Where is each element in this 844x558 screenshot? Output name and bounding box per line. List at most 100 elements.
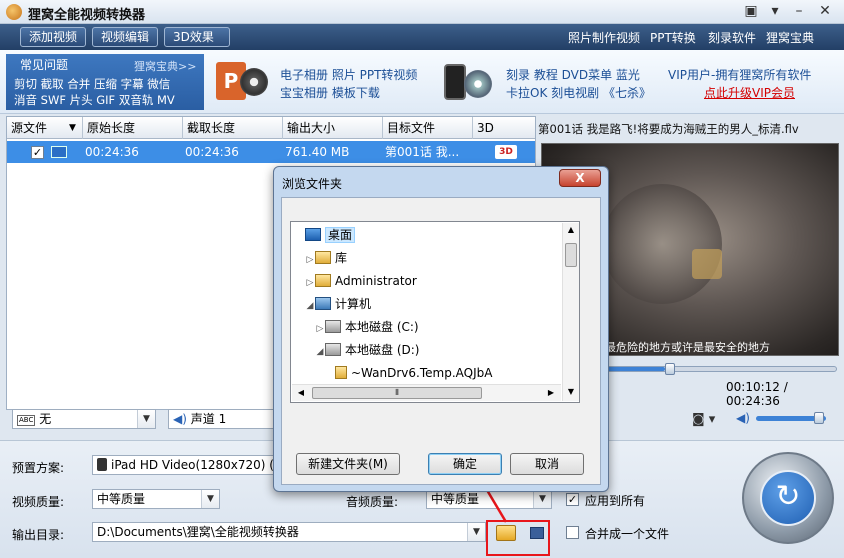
col-output-size-header[interactable]: 输出大小 <box>283 117 383 139</box>
tree-item[interactable]: ◢ 计算机 <box>305 293 371 315</box>
horizontal-scrollbar[interactable]: ◀ ⦀ ▶ <box>292 384 561 401</box>
speaker-icon: ◀) <box>173 412 187 426</box>
subtitle-tag-icon: ABC <box>17 415 36 426</box>
promo-burn-row2[interactable]: 卡拉OK 刻电视剧 《七杀》 <box>506 84 651 101</box>
3d-badge-icon[interactable]: 3D <box>495 145 517 159</box>
ipad-icon <box>97 458 107 471</box>
faq-links-row1[interactable]: 剪切 截取 合并 压缩 字幕 微信 <box>14 76 170 92</box>
video-subtitle: 最危险的地方或许是最安全的地方 <box>605 341 770 354</box>
scroll-right-icon[interactable]: ▶ <box>544 386 558 400</box>
camera-snapshot-icon[interactable]: ◙ ▾ <box>692 412 715 427</box>
photo-video-link[interactable]: 照片制作视频 <box>568 29 640 46</box>
output-dir-value: D:\Documents\狸窝\全能视频转换器 <box>97 525 299 539</box>
tree-item[interactable]: 桌面 <box>295 224 356 246</box>
tree-expander-icon[interactable]: ◢ <box>305 295 315 317</box>
faq-more-link[interactable]: 狸窝宝典>> <box>134 58 196 74</box>
folder-tree: 桌面 ▷ 库 ▷ Administrator ◢ 计算机 ▷ 本地磁盘 (C:) ◢ 本地磁盘 (D… <box>290 221 580 403</box>
ok-button[interactable]: 确定 <box>428 453 502 475</box>
video-quality-select[interactable]: 中等质量 ▼ <box>92 489 220 509</box>
promo-photo-row2[interactable]: 宝宝相册 模板下载 <box>280 84 380 101</box>
convert-refresh-icon: ↻ <box>760 470 816 526</box>
app-title: 狸窝全能视频转换器 <box>28 8 146 23</box>
desktop-icon <box>305 228 321 241</box>
tree-expander-icon[interactable]: ▷ <box>305 272 315 294</box>
preset-value: iPad HD Video(1280x720) (*. <box>111 458 282 472</box>
dialog-title: 浏览文件夹 <box>282 177 343 191</box>
vertical-scroll-thumb[interactable] <box>565 243 577 267</box>
menu-icon[interactable]: ▾ <box>764 2 786 20</box>
new-folder-button[interactable]: 新建文件夹(M) <box>296 453 400 475</box>
playback-time: 00:10:12 / 00:24:36 <box>726 380 788 408</box>
vip-upgrade-link[interactable]: 点此升级VIP会员 <box>704 84 795 101</box>
col-target-file-header[interactable]: 目标文件 <box>383 117 473 139</box>
preset-select[interactable]: iPad HD Video(1280x720) (*. <box>92 455 282 475</box>
col-3d-header[interactable]: 3D <box>473 117 535 139</box>
tree-item[interactable]: ▷ Administrator <box>305 270 417 292</box>
tree-item[interactable]: ◢ 本地磁盘 (D:) <box>315 339 419 361</box>
dvd-promo-icon <box>440 62 498 102</box>
chevron-down-icon: ▼ <box>137 410 155 428</box>
promo-burn-row1[interactable]: 刻录 教程 DVD菜单 蓝光 <box>506 66 640 83</box>
apply-all-checkbox[interactable]: ✓ <box>566 493 579 506</box>
faq-panel: 常见问题 狸窝宝典>> 剪切 截取 合并 压缩 字幕 微信 消音 SWF 片头 … <box>6 54 204 110</box>
col-clip-length-header[interactable]: 截取长度 <box>183 117 283 139</box>
volume-icon[interactable]: ◀) <box>736 411 750 425</box>
tree-item-label: Administrator <box>335 274 417 288</box>
merge-checkbox[interactable] <box>566 526 579 539</box>
app-logo-icon <box>6 4 22 20</box>
table-row[interactable]: ✓ 00:24:36 00:24:36 761.40 MB 第001话 我...… <box>7 141 535 163</box>
toolbar: 添加视频 视频编辑 3D效果 照片制作视频 PPT转换 刻录软件 狸窝宝典 <box>0 24 844 50</box>
horizontal-scroll-thumb[interactable]: ⦀ <box>312 387 482 399</box>
scroll-up-icon[interactable]: ▲ <box>564 223 578 237</box>
burn-software-link[interactable]: 刻录软件 <box>708 29 756 46</box>
col-original-length-header[interactable]: 原始长度 <box>83 117 183 139</box>
skin-icon[interactable]: ▣ <box>740 2 762 20</box>
row-clip-length: 00:24:36 <box>185 145 239 159</box>
tree-item[interactable]: ▷ 本地磁盘 (C:) <box>315 316 419 338</box>
vip-text: VIP用户-拥有狸窝所有软件 <box>668 68 812 82</box>
tree-expander-icon[interactable]: ◢ <box>315 341 325 363</box>
video-quality-value: 中等质量 <box>97 492 146 506</box>
title-bar: 狸窝全能视频转换器 ▣ ▾ – ✕ <box>0 0 844 24</box>
tree-expander-icon[interactable]: ▷ <box>305 249 315 271</box>
add-video-button[interactable]: 添加视频 <box>20 27 86 47</box>
audio-track-value: 声道 1 <box>190 412 227 426</box>
seek-thumb[interactable] <box>665 363 676 375</box>
row-checkbox[interactable]: ✓ <box>31 146 44 159</box>
subtitle-select[interactable]: ABC 无 ▼ <box>12 409 156 429</box>
cancel-button[interactable]: 取消 <box>510 453 584 475</box>
subtitle-value: 无 <box>39 412 52 426</box>
folder-icon <box>335 366 347 379</box>
tree-item-label: 计算机 <box>335 297 372 311</box>
convert-button[interactable]: ↻ <box>742 452 834 544</box>
tree-item[interactable]: ▷ 库 <box>305 247 347 269</box>
tree-item-label: ~WanDrv6.Temp.AQJbA <box>351 366 493 380</box>
promo-photo-row1[interactable]: 电子相册 照片 PPT转视频 <box>280 66 417 83</box>
preview-title: 第001话 我是路飞!将要成为海贼王的男人_标清.flv <box>538 122 799 136</box>
scroll-down-icon[interactable]: ▼ <box>564 385 578 399</box>
output-dir-input[interactable]: D:\Documents\狸窝\全能视频转换器 ▼ <box>92 522 486 542</box>
volume-thumb[interactable] <box>814 412 824 424</box>
user-folder-icon <box>315 274 331 287</box>
ppt-promo-icon: P <box>214 60 270 102</box>
dialog-close-button[interactable]: X <box>559 169 601 187</box>
browse-folder-dialog: 浏览文件夹 X 桌面 ▷ 库 ▷ Administrator ◢ 计算机 ▷ 本地磁盘 (C:)… <box>273 166 609 492</box>
tree-item-label: 本地磁盘 (C:) <box>345 320 419 334</box>
col-source-header[interactable]: 源文件 ▼ <box>7 117 83 139</box>
vertical-scrollbar[interactable]: ▲ ▼ <box>562 223 579 401</box>
library-icon <box>315 251 331 264</box>
3d-effect-button[interactable]: 3D效果 <box>164 27 230 47</box>
liwo-guide-link[interactable]: 狸窝宝典 <box>766 29 814 46</box>
minimize-button[interactable]: – <box>788 2 810 20</box>
faq-title[interactable]: 常见问题 <box>20 56 68 73</box>
video-edit-button[interactable]: 视频编辑 <box>92 27 158 47</box>
tree-item-label: 库 <box>335 251 348 265</box>
scroll-left-icon[interactable]: ◀ <box>294 386 308 400</box>
tree-item[interactable]: ~WanDrv6.Temp.AQJbA <box>325 362 492 382</box>
volume-slider[interactable] <box>756 412 826 424</box>
close-button[interactable]: ✕ <box>814 2 836 20</box>
tree-expander-icon[interactable]: ▷ <box>315 318 325 340</box>
chevron-down-icon: ▼ <box>201 490 219 508</box>
ppt-convert-link[interactable]: PPT转换 <box>650 29 696 46</box>
faq-links-row2[interactable]: 消音 SWF 片头 GIF 双音轨 MV <box>14 92 175 108</box>
